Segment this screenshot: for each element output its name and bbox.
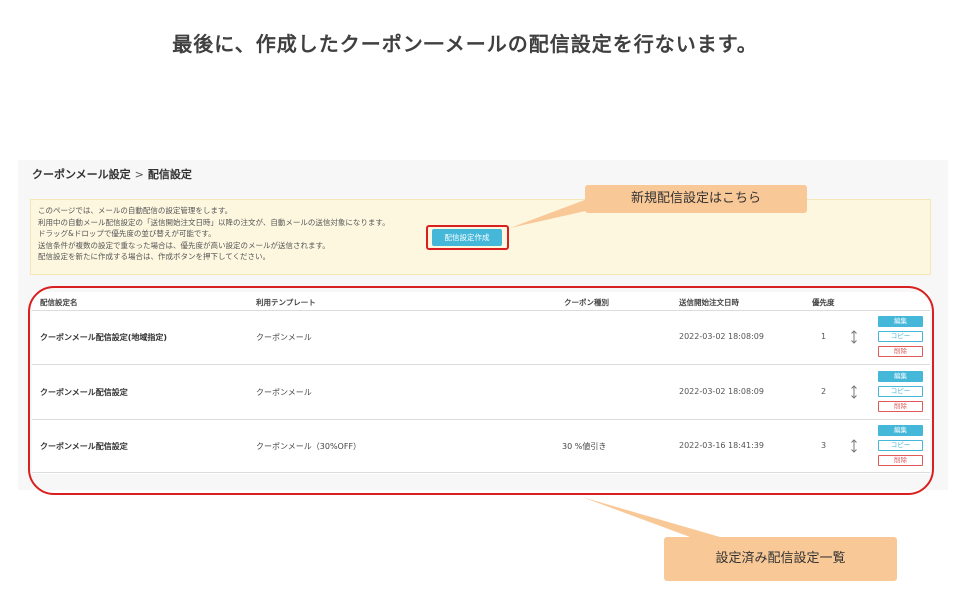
callout-list: 設定済み配信設定一覧 bbox=[664, 537, 897, 581]
breadcrumb-parent[interactable]: クーポンメール設定 bbox=[32, 168, 131, 181]
info-text: このページでは、メールの自動配信の設定管理をします。 利用中の自動メール配信設定… bbox=[38, 205, 428, 263]
callout-pointer-bottom bbox=[582, 497, 720, 537]
create-delivery-setting-button[interactable]: 配信設定作成 bbox=[432, 229, 502, 246]
breadcrumb: クーポンメール設定 > 配信設定 bbox=[32, 166, 192, 182]
info-line: このページでは、メールの自動配信の設定管理をします。 bbox=[38, 206, 233, 215]
breadcrumb-current: 配信設定 bbox=[147, 168, 192, 181]
info-line: ドラッグ&ドロップで優先度の並び替えが可能です。 bbox=[38, 229, 216, 239]
callout-create: 新規配信設定はこちら bbox=[585, 185, 807, 213]
table-highlight bbox=[28, 286, 934, 495]
breadcrumb-separator: > bbox=[134, 168, 144, 181]
info-line: 配信設定を新たに作成する場合は、作成ボタンを押下してください。 bbox=[38, 252, 271, 262]
info-line: 送信条件が複数の設定で重なった場合は、優先度が高い設定のメールが送信されます。 bbox=[38, 240, 330, 250]
info-line: 利用中の自動メール配信設定の「送信開始注文日時」以降の注文が、自動メールの送信対… bbox=[38, 217, 390, 227]
slide-title: 最後に、作成したクーポン一メールの配信設定を行ないます。 bbox=[172, 32, 758, 56]
